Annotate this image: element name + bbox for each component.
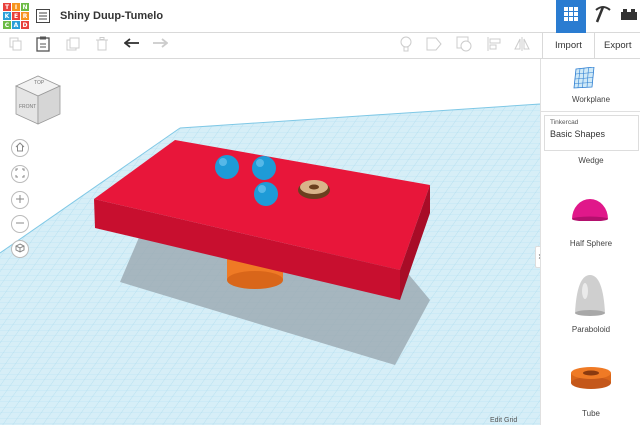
import-button[interactable]: Import bbox=[555, 40, 582, 51]
fit-view-button[interactable] bbox=[11, 165, 29, 183]
shape-label-paraboloid: Paraboloid bbox=[571, 325, 611, 334]
shape-tube[interactable]: Tube bbox=[541, 359, 640, 425]
view-cube-top-label: TOP bbox=[34, 80, 45, 86]
cube-icon bbox=[15, 242, 25, 256]
align-button[interactable] bbox=[486, 36, 502, 56]
panel-divider bbox=[541, 111, 640, 112]
zoom-out-button[interactable] bbox=[11, 215, 29, 233]
workplane-label: Workplane bbox=[571, 95, 611, 104]
scene-svg bbox=[0, 103, 540, 425]
shape-label-tube: Tube bbox=[582, 409, 600, 418]
logo-letter: D bbox=[21, 21, 29, 29]
workplane-icon bbox=[573, 66, 595, 94]
align-icon bbox=[487, 36, 501, 56]
grid-icon bbox=[563, 6, 579, 27]
copy-button[interactable] bbox=[8, 37, 24, 56]
toolbar-divider bbox=[594, 33, 595, 59]
logo-letter: N bbox=[21, 3, 29, 11]
copy-icon bbox=[9, 37, 23, 56]
note-button[interactable] bbox=[398, 36, 414, 57]
shape-button[interactable] bbox=[426, 37, 442, 56]
undo-icon bbox=[123, 37, 140, 55]
shape-hole-icon bbox=[456, 36, 472, 57]
redo-button[interactable] bbox=[152, 37, 169, 55]
logo-letter: E bbox=[12, 12, 20, 20]
redo-icon bbox=[152, 37, 169, 55]
paste-button[interactable] bbox=[35, 36, 51, 57]
logo-letter: I bbox=[12, 3, 20, 11]
logo-letter: R bbox=[21, 12, 29, 20]
paraboloid-icon bbox=[573, 273, 607, 322]
home-icon bbox=[15, 141, 25, 155]
zoom-in-button[interactable] bbox=[11, 191, 29, 209]
tag-icon bbox=[426, 37, 442, 56]
mirror-button[interactable] bbox=[514, 36, 530, 56]
library-source: Tinkercad bbox=[550, 119, 579, 126]
hole-button[interactable] bbox=[456, 36, 472, 57]
design-title[interactable]: Shiny Duup-Tumelo bbox=[60, 10, 163, 22]
undo-button[interactable] bbox=[123, 37, 140, 55]
shape-label-wedge[interactable]: Wedge bbox=[541, 156, 640, 165]
bricks-view-button[interactable] bbox=[618, 0, 640, 33]
duplicate-icon bbox=[66, 37, 80, 56]
home-view-button[interactable] bbox=[11, 139, 29, 157]
shape-half-sphere[interactable]: Half Sphere bbox=[541, 189, 640, 251]
edit-toolbar: Import Export bbox=[0, 33, 640, 59]
minus-icon bbox=[15, 218, 25, 231]
blocks-view-button[interactable] bbox=[588, 0, 618, 33]
mirror-icon bbox=[514, 36, 530, 56]
toolbar-divider bbox=[542, 33, 543, 59]
half-sphere-icon bbox=[571, 195, 609, 226]
logo-letter: T bbox=[3, 3, 11, 11]
top-bar: TIN KER CAD Shiny Duup-Tumelo bbox=[0, 0, 640, 33]
blue-sphere[interactable] bbox=[254, 182, 278, 206]
logo-letter: C bbox=[3, 21, 11, 29]
workplane-button[interactable]: Workplane bbox=[541, 66, 640, 107]
lightbulb-icon bbox=[400, 36, 412, 57]
logo-letter: A bbox=[12, 21, 20, 29]
shape-paraboloid[interactable]: Paraboloid bbox=[541, 271, 640, 337]
tube-icon bbox=[569, 363, 613, 396]
edit-grid-button[interactable]: Edit Grid bbox=[490, 417, 517, 424]
blue-sphere[interactable] bbox=[215, 155, 239, 179]
library-name: Basic Shapes bbox=[550, 129, 606, 139]
design-list-icon[interactable] bbox=[36, 9, 50, 23]
perspective-button[interactable] bbox=[11, 240, 29, 258]
brick-icon bbox=[620, 7, 638, 26]
pickaxe-icon bbox=[593, 4, 613, 29]
shapes-panel: Workplane Tinkercad Basic Shapes Wedge H… bbox=[540, 59, 640, 425]
view-cube[interactable]: TOP FRONT bbox=[12, 74, 64, 126]
fit-icon bbox=[15, 168, 25, 181]
3d-view-button[interactable] bbox=[556, 0, 586, 33]
delete-button[interactable] bbox=[94, 36, 110, 56]
plus-icon bbox=[15, 194, 25, 207]
shape-label-half-sphere: Half Sphere bbox=[569, 239, 613, 248]
blue-sphere[interactable] bbox=[252, 156, 276, 180]
duplicate-button[interactable] bbox=[65, 37, 81, 56]
clipboard-icon bbox=[36, 36, 50, 57]
shape-library-select[interactable]: Tinkercad Basic Shapes bbox=[544, 115, 639, 151]
view-cube-front-label: FRONT bbox=[19, 104, 37, 110]
logo-letter: K bbox=[3, 12, 11, 20]
trash-icon bbox=[96, 36, 108, 56]
export-button[interactable]: Export bbox=[604, 40, 631, 51]
tinkercad-logo[interactable]: TIN KER CAD bbox=[3, 3, 29, 29]
workplane-canvas[interactable]: TOP FRONT Edit Grid bbox=[0, 59, 540, 425]
